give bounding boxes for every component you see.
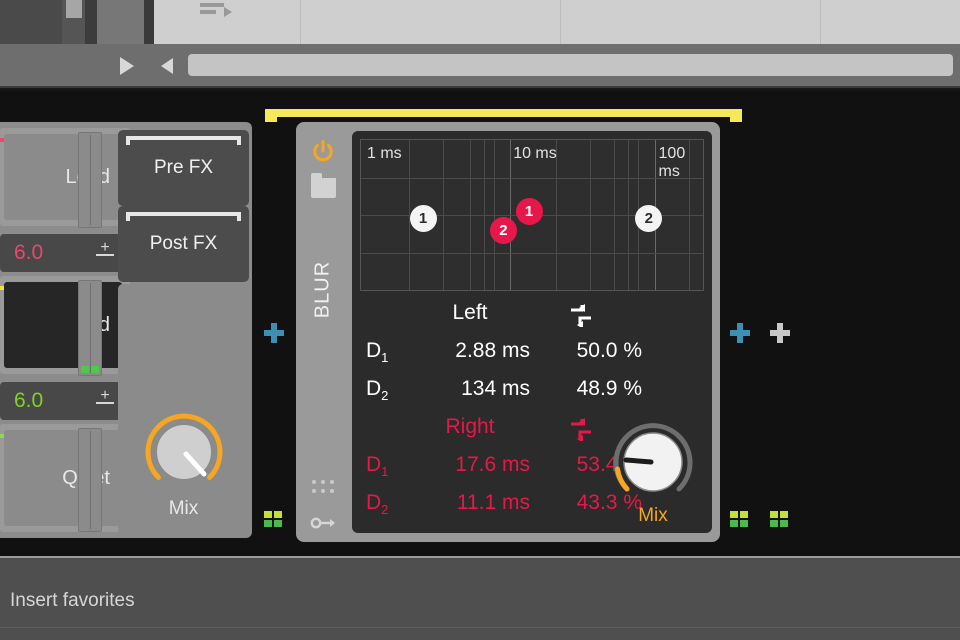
right-tap-row-1[interactable]: D1 17.6 ms 53.4 % (352, 453, 642, 493)
left-device-panel: Loud 6.0 + (0, 122, 252, 538)
app-window: Loud 6.0 + (0, 0, 960, 640)
pre-fx-slot-icon (126, 136, 241, 145)
right-tap-1-time: 17.6 ms (455, 453, 530, 476)
clip-block[interactable] (66, 0, 82, 18)
insert-favorites-bar: Insert favorites (0, 556, 960, 640)
bottom-divider (0, 627, 960, 628)
band-row-quiet: Quiet (0, 424, 130, 532)
swap-arrows-icon-left[interactable] (568, 303, 594, 329)
play-triangle-icon[interactable] (120, 57, 134, 75)
right-tap-2-name: D2 (366, 491, 389, 518)
node-label: 1 (524, 202, 534, 220)
band-value-mid: 6.0 (14, 389, 44, 412)
timeline-gridline (820, 0, 821, 44)
blur-plugin-panel: BLUR 1 ms 10 ms 100 ms 1 2 1 2 Left D1 2… (296, 122, 720, 542)
track-divider (144, 0, 154, 44)
arranger-strip (0, 0, 960, 44)
node-label: 1 (418, 210, 428, 227)
add-device-right-blue-icon[interactable] (730, 323, 750, 343)
post-fx-label: Post FX (149, 233, 218, 254)
right-tap-2-time: 11.1 ms (456, 491, 530, 514)
plugin-sidebar: BLUR (302, 128, 344, 536)
grid-module-right-icon-1[interactable] (730, 511, 748, 527)
plugin-body: 1 ms 10 ms 100 ms 1 2 1 2 Left D1 2.88 m… (352, 131, 712, 533)
left-tap-1-time: 2.88 ms (455, 339, 530, 362)
delay-time-graph[interactable]: 1 ms 10 ms 100 ms 1 2 1 2 (360, 139, 704, 291)
track-header-block[interactable] (0, 0, 62, 44)
transport-bar (0, 44, 960, 88)
left-channel-label: Left (452, 301, 488, 324)
left-channel-header: Left (352, 301, 642, 341)
right-tap-row-2[interactable]: D2 11.1 ms 43.3 % (352, 491, 642, 531)
add-device-left-icon[interactable] (264, 323, 284, 343)
mix-knob-label: Mix (168, 498, 199, 519)
node-label: 2 (499, 222, 508, 239)
swap-arrows-icon-right[interactable] (568, 417, 594, 443)
clip-launcher-block[interactable] (97, 0, 232, 44)
grid-module-right-icon-2[interactable] (770, 511, 788, 527)
grid-dots-icon[interactable] (312, 480, 334, 496)
graph-node-right-2[interactable]: 2 (489, 217, 517, 244)
band-value-row-loud[interactable]: 6.0 + (0, 234, 130, 272)
plugin-mix-knob-label: Mix (638, 505, 668, 526)
grid-module-left-icon[interactable] (264, 511, 282, 527)
graph-node-left-2[interactable]: 2 (635, 205, 663, 232)
transport-field[interactable] (188, 54, 953, 76)
left-tap-1-feedback: 50.0 % (576, 339, 642, 362)
plugin-mix-knob[interactable] (610, 419, 696, 505)
graph-axis-label-1ms: 1 ms (367, 145, 402, 162)
node-label: 2 (644, 210, 653, 227)
graph-node-left-1[interactable]: 1 (409, 205, 437, 232)
left-tap-2-name: D2 (366, 377, 389, 404)
graph-axis-label-100ms: 100 ms (658, 145, 686, 180)
left-tap-1-name: D1 (366, 339, 389, 366)
device-chain-lane: Loud 6.0 + (0, 94, 960, 556)
right-channel-header: Right (352, 415, 642, 455)
left-tap-row-2[interactable]: D2 134 ms 48.9 % (352, 377, 642, 417)
power-icon[interactable] (312, 140, 334, 164)
mix-pane: Mix (118, 284, 249, 538)
plus-minus-stepper-icon[interactable]: + (94, 388, 116, 412)
rewind-triangle-icon[interactable] (161, 58, 173, 74)
pre-fx-label: Pre FX (153, 157, 214, 178)
band-meter-loud[interactable] (78, 132, 102, 228)
band-row-mid: Mid (0, 276, 130, 374)
right-tap-1-name: D1 (366, 453, 389, 480)
timeline-gridline (560, 0, 561, 44)
insert-favorites-label: Insert favorites (10, 590, 135, 611)
mix-knob[interactable] (142, 410, 226, 494)
device-selection-bracket (265, 109, 742, 122)
band-pad-mid[interactable]: Mid (4, 282, 122, 368)
band-meter-quiet[interactable] (78, 428, 102, 532)
folder-icon[interactable] (311, 173, 336, 198)
track-divider (85, 0, 97, 44)
band-row-loud: Loud (0, 128, 130, 226)
band-pad-loud[interactable]: Loud (4, 134, 122, 220)
key-icon[interactable] (310, 516, 338, 530)
timeline-gridline (300, 0, 301, 44)
add-device-right-gray-icon[interactable] (770, 323, 790, 343)
post-fx-slot-icon (126, 212, 241, 221)
left-tap-2-feedback: 48.9 % (576, 377, 642, 400)
left-tap-2-time: 134 ms (461, 377, 530, 400)
left-tap-row-1[interactable]: D1 2.88 ms 50.0 % (352, 339, 642, 379)
plugin-name-label: BLUR (311, 260, 334, 319)
band-pad-quiet[interactable]: Quiet (4, 430, 122, 526)
right-channel-label: Right (445, 415, 495, 438)
pre-fx-button[interactable]: Pre FX (118, 130, 249, 206)
plus-minus-stepper-icon[interactable]: + (94, 240, 116, 264)
band-meter-mid[interactable] (78, 280, 102, 376)
graph-axis-label-10ms: 10 ms (513, 145, 557, 162)
graph-node-right-1[interactable]: 1 (515, 197, 543, 225)
post-fx-button[interactable]: Post FX (118, 206, 249, 282)
clip-content-icon (200, 2, 232, 18)
band-value-loud: 6.0 (14, 241, 44, 264)
band-value-row-mid[interactable]: 6.0 + (0, 382, 130, 420)
